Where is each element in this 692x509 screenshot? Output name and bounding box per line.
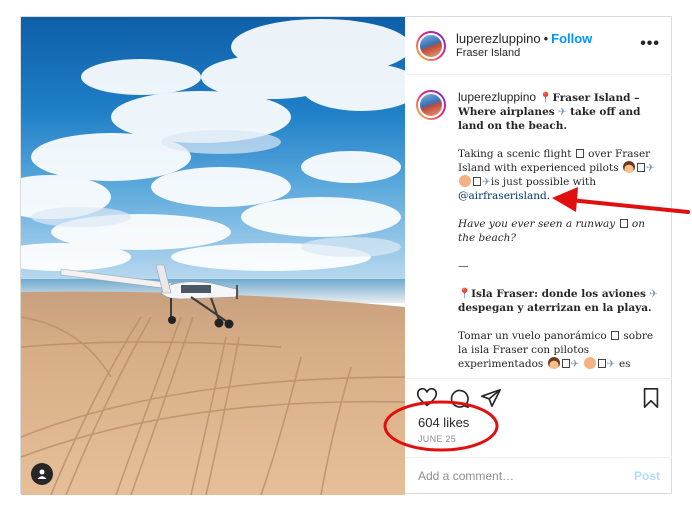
follow-button[interactable]: Follow xyxy=(551,31,592,46)
man-pilot-emoji-icon xyxy=(459,175,471,187)
caption-question-a: Have you ever seen a runway xyxy=(458,218,616,230)
woman-pilot-emoji-icon xyxy=(622,161,635,173)
more-options-icon[interactable]: ••• xyxy=(640,35,660,53)
caption-p1-end: . xyxy=(546,190,551,202)
caption-p1-c: is just possible with xyxy=(490,176,596,188)
mention-link[interactable]: @airfraserisland xyxy=(458,190,547,202)
woman-pilot-emoji-icon xyxy=(547,357,560,369)
airplane-emoji-icon: ✈ xyxy=(570,358,580,370)
caption-p2-a: Tomar un vuelo panorámico xyxy=(458,330,607,342)
location-link[interactable]: Fraser Island xyxy=(456,46,592,60)
heart-icon[interactable] xyxy=(416,387,438,409)
user-tag-icon[interactable] xyxy=(31,463,53,485)
post-header: luperezluppino • Follow Fraser Island ••• xyxy=(406,17,672,75)
username-link[interactable]: luperezluppino xyxy=(456,31,541,46)
man-pilot-emoji-icon xyxy=(583,357,596,369)
post-side-panel: luperezluppino • Follow Fraser Island ••• … xyxy=(406,17,672,493)
caption-title-es: Isla Fraser: donde los aviones xyxy=(471,288,646,300)
missing-glyph-icon xyxy=(597,359,606,368)
comment-input[interactable] xyxy=(418,468,634,483)
missing-glyph-icon xyxy=(575,149,584,158)
pin-emoji-icon: 📍 xyxy=(539,92,553,104)
airplane-emoji-icon: ✈ xyxy=(606,358,616,370)
comment-bar: Post xyxy=(406,457,672,493)
share-icon[interactable] xyxy=(480,387,502,409)
likes-count[interactable]: 604 likes xyxy=(418,415,469,430)
caption-text: luperezluppino 📍Fraser Island – Where ai… xyxy=(458,90,662,378)
airplane-emoji-icon: ✈ xyxy=(649,288,659,300)
airplane-emoji-icon: ✈ xyxy=(482,176,491,188)
post-photo[interactable] xyxy=(21,17,405,495)
beach-airplane-photo xyxy=(21,17,405,495)
missing-glyph-icon xyxy=(619,219,628,228)
missing-glyph-icon xyxy=(611,331,620,340)
caption-username[interactable]: luperezluppino xyxy=(458,90,536,104)
comment-icon[interactable] xyxy=(448,387,470,409)
caption-p2-c: es xyxy=(618,358,631,370)
caption-avatar[interactable] xyxy=(416,90,446,120)
caption-divider: — xyxy=(458,260,469,272)
caption-p1-a: Taking a scenic flight xyxy=(458,148,572,160)
missing-glyph-icon xyxy=(636,163,645,172)
missing-glyph-icon xyxy=(561,359,570,368)
missing-glyph-icon xyxy=(473,177,481,186)
instagram-post: luperezluppino • Follow Fraser Island ••• … xyxy=(20,16,672,495)
avatar[interactable] xyxy=(416,30,446,61)
caption: luperezluppino 📍Fraser Island – Where ai… xyxy=(406,76,672,378)
separator-dot: • xyxy=(543,30,549,46)
airplane-emoji-icon: ✈ xyxy=(645,162,655,174)
airplane-emoji-icon: ✈ xyxy=(558,106,567,118)
pin-emoji-icon: 📍 xyxy=(458,288,472,300)
post-date[interactable]: JUNE 25 xyxy=(418,434,456,444)
caption-title-es-tail: despegan y aterrizan en la playa. xyxy=(458,302,652,314)
bookmark-icon[interactable] xyxy=(640,387,662,409)
post-comment-button[interactable]: Post xyxy=(634,469,660,483)
